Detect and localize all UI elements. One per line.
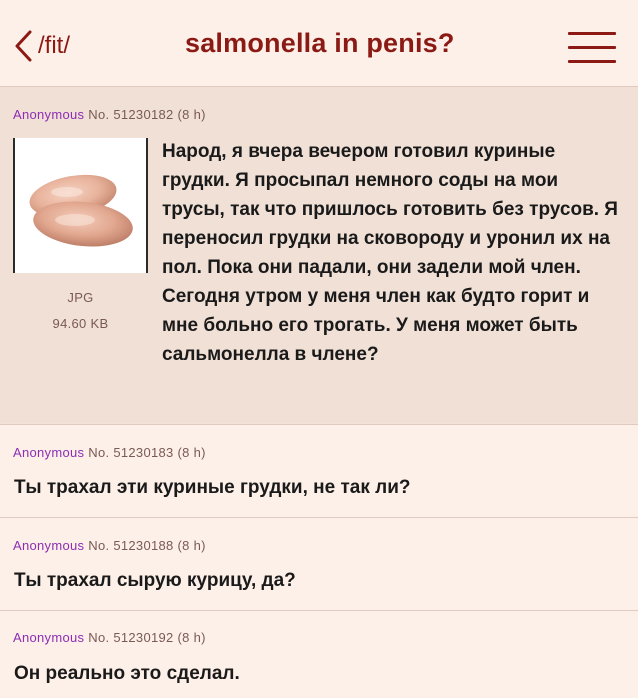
post-text: Он реально это сделал. <box>14 663 240 684</box>
reply-post: Anonymous No. 51230183 (8 h) Ты трахал э… <box>0 424 638 517</box>
chevron-left-icon <box>14 30 32 62</box>
post-time: (8 h) <box>177 538 206 553</box>
post-no-label: No. <box>88 107 110 122</box>
post-no-label: No. <box>88 630 110 645</box>
post-number[interactable]: 51230188 <box>113 538 173 553</box>
post-meta: Anonymous No. 51230188 (8 h) <box>13 538 206 553</box>
reply-post: Anonymous No. 51230192 (8 h) Он реально … <box>0 610 638 698</box>
poster-name[interactable]: Anonymous <box>13 107 84 122</box>
post-no-label: No. <box>88 538 110 553</box>
file-type: JPG <box>67 290 94 305</box>
post-text: Ты трахал эти куриные грудки, не так ли? <box>14 477 411 498</box>
post-no-label: No. <box>88 445 110 460</box>
reply-post: Anonymous No. 51230188 (8 h) Ты трахал с… <box>0 517 638 610</box>
post-time: (8 h) <box>177 445 206 460</box>
top-bar: /fit/ salmonella in penis? <box>0 0 638 87</box>
thread-title: salmonella in penis? <box>185 28 455 58</box>
post-meta: Anonymous No. 51230192 (8 h) <box>13 630 206 645</box>
poster-name[interactable]: Anonymous <box>13 538 84 553</box>
post-time: (8 h) <box>177 107 206 122</box>
post-meta: Anonymous No. 51230182 (8 h) <box>13 107 206 122</box>
post-image-thumbnail[interactable] <box>13 138 148 273</box>
file-size: 94.60 KB <box>52 316 109 331</box>
post-number[interactable]: 51230183 <box>113 445 173 460</box>
post-text: Ты трахал сырую курицу, да? <box>14 570 296 591</box>
poster-name[interactable]: Anonymous <box>13 445 84 460</box>
op-post: Anonymous No. 51230182 (8 h) JPG 94.60 K… <box>0 87 638 423</box>
board-label: /fit/ <box>38 32 71 59</box>
post-number[interactable]: 51230192 <box>113 630 173 645</box>
post-time: (8 h) <box>177 630 206 645</box>
post-text: Народ, я вчера вечером готовил куриные г… <box>162 141 618 365</box>
back-button[interactable]: /fit/ <box>14 28 70 64</box>
post-number[interactable]: 51230182 <box>113 107 173 122</box>
hamburger-menu-icon[interactable] <box>568 30 616 66</box>
poster-name[interactable]: Anonymous <box>13 630 84 645</box>
post-meta: Anonymous No. 51230183 (8 h) <box>13 445 206 460</box>
